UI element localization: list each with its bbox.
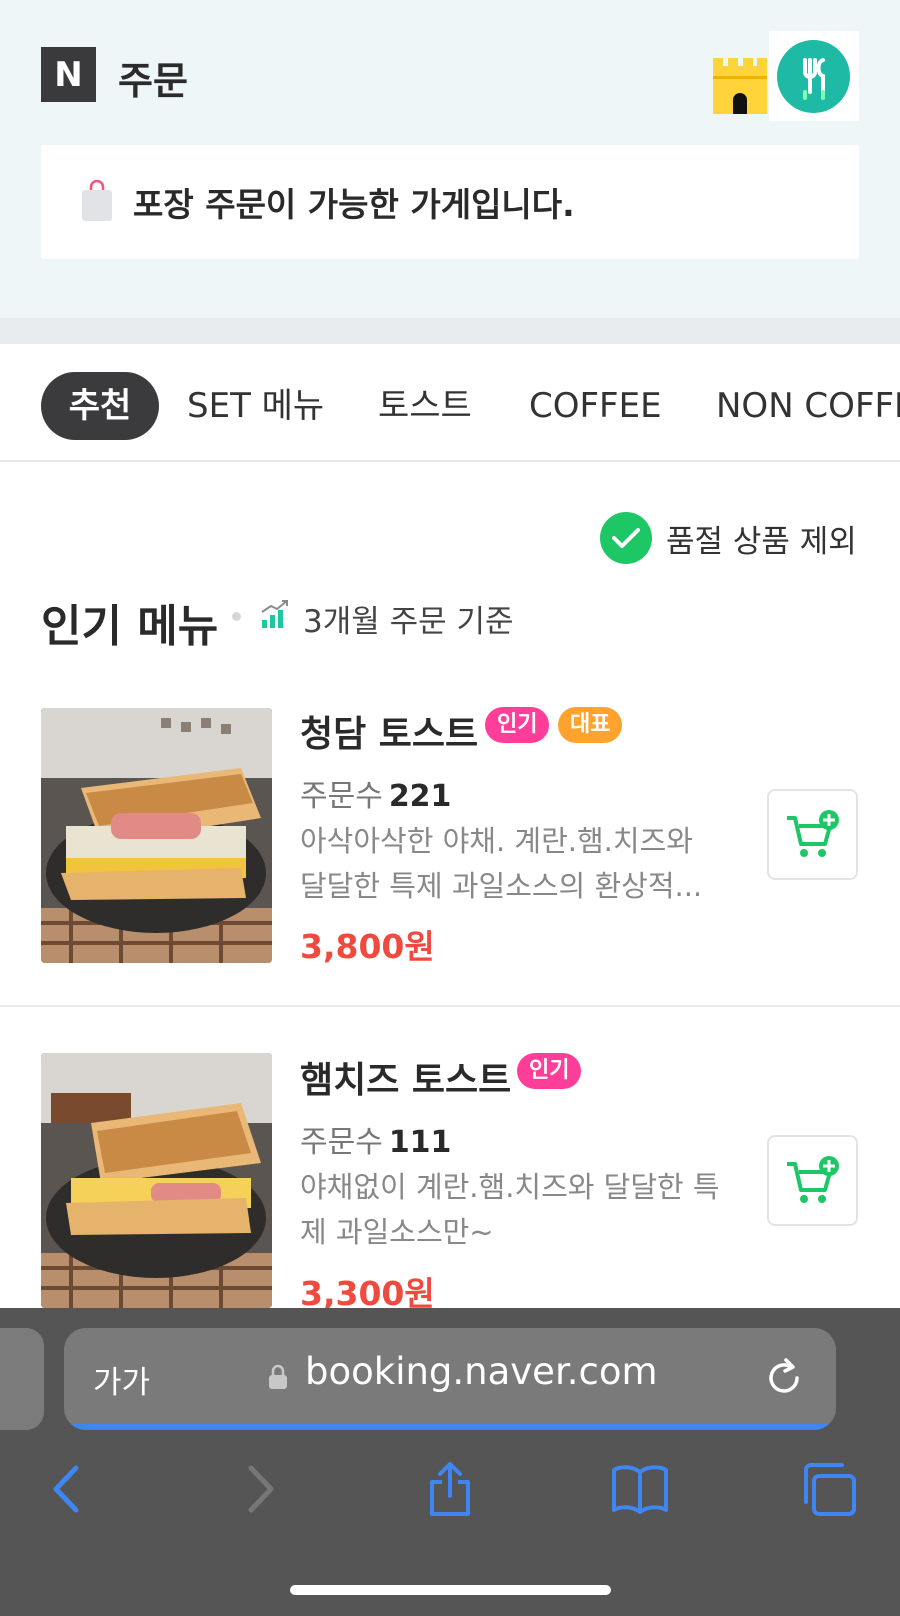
tab-non-coffee[interactable]: NON COFFEE xyxy=(716,372,900,440)
separator-dot xyxy=(232,612,241,621)
menu-item-image[interactable] xyxy=(41,1053,272,1308)
store-avatar[interactable] xyxy=(777,40,850,113)
forward-icon[interactable] xyxy=(231,1462,291,1516)
add-to-cart-button[interactable] xyxy=(767,789,858,880)
fork-knife-icon xyxy=(803,58,825,100)
section-subtitle: 3개월 주문 기준 xyxy=(303,604,514,640)
previous-tab-preview[interactable] xyxy=(0,1328,44,1430)
back-icon[interactable] xyxy=(36,1462,96,1516)
exclude-soldout-label: 품절 상품 제외 xyxy=(666,523,857,560)
order-count-value: 111 xyxy=(388,1125,452,1160)
tab-set-menu[interactable]: SET 메뉴 xyxy=(187,372,324,440)
popular-badge: 인기 xyxy=(517,1053,582,1089)
naver-logo[interactable]: N xyxy=(41,47,96,102)
order-count: 주문수 111 xyxy=(300,1117,451,1161)
category-tabs: 추천 SET 메뉴 토스트 COFFEE NON COFFEE xyxy=(0,344,900,462)
castle-icon[interactable] xyxy=(711,56,769,114)
tab-recommended[interactable]: 추천 xyxy=(41,372,159,440)
signature-badge: 대표 xyxy=(558,707,623,743)
bookmarks-icon[interactable] xyxy=(610,1462,670,1516)
menu-item-price: 3,800원 xyxy=(300,927,435,966)
trending-chart-icon xyxy=(261,600,288,628)
shopping-bag-icon xyxy=(82,180,112,221)
tab-toast[interactable]: 토스트 xyxy=(378,372,472,440)
menu-item-name[interactable]: 햄치즈 토스트 xyxy=(300,1051,511,1103)
order-count: 주문수 221 xyxy=(300,771,451,815)
order-count-value: 221 xyxy=(388,779,452,814)
menu-item-description: 아삭아삭한 야채. 계란.햄.치즈와 달달한 특제 과일소스의 환상적... xyxy=(300,824,703,903)
reload-icon[interactable] xyxy=(764,1356,804,1398)
menu-item-name[interactable]: 청담 토스트 xyxy=(300,705,478,757)
page-title: 주문 xyxy=(118,59,188,103)
page-load-progress xyxy=(64,1424,836,1430)
add-to-cart-button[interactable] xyxy=(767,1135,858,1226)
lock-icon xyxy=(269,1364,287,1389)
tab-coffee[interactable]: COFFEE xyxy=(529,372,662,440)
share-icon[interactable] xyxy=(420,1462,480,1516)
cart-add-icon xyxy=(786,1155,839,1203)
check-icon xyxy=(600,512,652,564)
popular-badge: 인기 xyxy=(485,707,550,743)
section-divider xyxy=(0,318,900,344)
order-count-label: 주문수 xyxy=(300,1125,383,1160)
menu-item-description: 야채없이 계란.햄.치즈와 달달한 특제 과일소스만~ xyxy=(300,1170,720,1249)
url-text[interactable]: booking.naver.com xyxy=(305,1350,658,1393)
section-title: 인기 메뉴 xyxy=(41,601,219,652)
home-indicator[interactable] xyxy=(290,1585,611,1595)
menu-item-image[interactable] xyxy=(41,708,272,963)
text-size-button[interactable]: 가가 xyxy=(93,1357,150,1402)
exclude-soldout-toggle[interactable]: 품절 상품 제외 xyxy=(600,512,857,564)
tabs-icon[interactable] xyxy=(800,1462,860,1516)
takeout-notice-text: 포장 주문이 가능한 가게입니다. xyxy=(133,185,575,224)
cart-add-icon xyxy=(786,809,839,857)
order-count-label: 주문수 xyxy=(300,779,383,814)
item-divider xyxy=(0,1005,900,1007)
